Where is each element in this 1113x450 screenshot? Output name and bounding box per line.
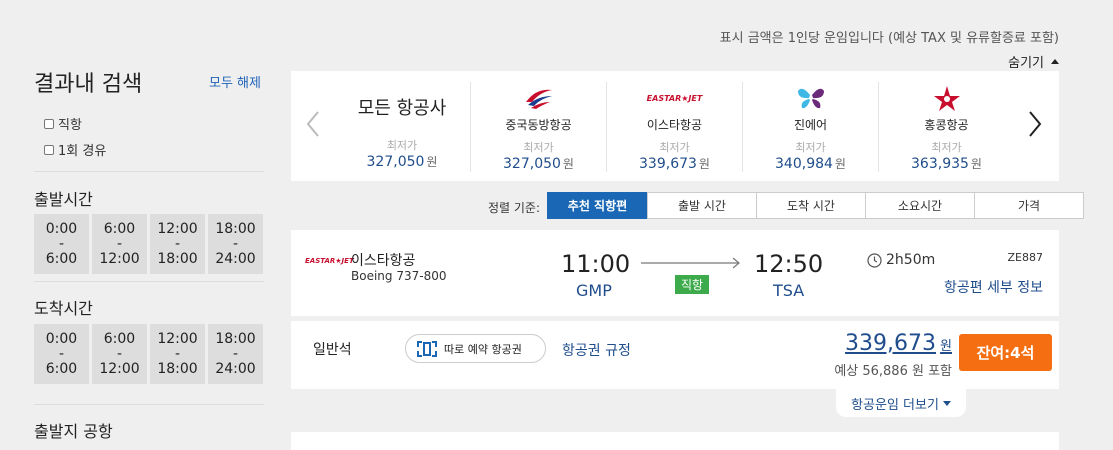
arrival-time-grid: 0:00-6:00 6:00-12:00 12:00-18:00 18:00-2… xyxy=(34,324,263,384)
departure-time-title: 출발시간 xyxy=(34,190,93,209)
sort-bar: 추천 직항편 출발 시간 도착 시간 소요시간 가격 xyxy=(547,192,1084,219)
airline-name: 진에어 xyxy=(793,118,828,132)
checkbox-box[interactable] xyxy=(44,118,54,129)
fare-price[interactable]: 339,673 원 xyxy=(845,331,952,356)
airline-name: 홍콩항공 xyxy=(924,118,969,132)
sort-label: 정렬 기준: xyxy=(488,201,541,215)
clock-icon xyxy=(867,252,882,268)
departure-range-6-12[interactable]: 6:00-12:00 xyxy=(92,214,147,274)
divider xyxy=(34,404,264,405)
airline-name: 중국동방항공 xyxy=(505,118,572,132)
min-price-label: 최저가 xyxy=(523,141,554,154)
flight-duration: 2h50m xyxy=(867,252,935,268)
direct-checkbox[interactable]: 직항 xyxy=(44,114,82,133)
separate-ticket-icon xyxy=(417,340,437,357)
flight-card[interactable]: EASTAR★JET 이스타항공 Boeing 737-800 11:00 GM… xyxy=(291,230,1059,316)
next-flight-card xyxy=(291,432,1059,450)
arrival-time: 12:50 xyxy=(754,250,824,278)
min-price-label: 최저가 xyxy=(659,141,690,154)
airline-china-eastern[interactable]: 중국동방항공 최저가 327,050 원 xyxy=(470,82,606,172)
departure-range-0-6[interactable]: 0:00-6:00 xyxy=(34,214,89,274)
sort-arrival-time[interactable]: 도착 시간 xyxy=(756,192,866,219)
airline-all[interactable]: 모든 항공사 최저가 327,050 원 xyxy=(334,82,470,172)
more-fares-label: 항공운임 더보기 xyxy=(851,397,939,413)
arrival-airport: TSA xyxy=(773,281,805,300)
airline-hong-kong-airlines[interactable]: 홍콩항공 최저가 363,935 원 xyxy=(878,82,1014,172)
sort-duration[interactable]: 소요시간 xyxy=(865,192,975,219)
one-stop-checkbox[interactable]: 1회 경유 xyxy=(44,140,106,159)
separate-ticket-badge[interactable]: 따로 예약 항공권 xyxy=(405,334,546,363)
clear-all-link[interactable]: 모두 해제 xyxy=(209,72,261,91)
arrival-range-12-18[interactable]: 12:00-18:00 xyxy=(150,324,205,384)
seats-remaining-button[interactable]: 잔여:4석 xyxy=(959,334,1052,371)
departure-range-18-24[interactable]: 18:00-24:00 xyxy=(208,214,263,274)
arrival-time-title: 도착시간 xyxy=(34,299,93,318)
departure-time-grid: 0:00-6:00 6:00-12:00 12:00-18:00 18:00-2… xyxy=(34,214,263,274)
direct-badge: 직항 xyxy=(675,275,710,294)
sort-price[interactable]: 가격 xyxy=(974,192,1084,219)
sidebar-title: 결과내 검색 xyxy=(34,72,143,97)
flight-aircraft: Boeing 737-800 xyxy=(351,269,447,283)
departure-time: 11:00 xyxy=(561,250,631,278)
fare-rules-link[interactable]: 항공권 규정 xyxy=(562,340,631,360)
fare-class: 일반석 xyxy=(313,342,352,358)
fare-row: 일반석 따로 예약 항공권 항공권 규정 339,673 원 예상 56,886 … xyxy=(291,321,1059,389)
china-eastern-logo xyxy=(471,82,606,114)
duration-text: 2h50m xyxy=(886,252,936,268)
carousel-prev-button[interactable] xyxy=(303,109,323,139)
min-price: 327,050 원 xyxy=(503,156,574,172)
airline-jin-air[interactable]: 진에어 최저가 340,984 원 xyxy=(742,82,878,172)
min-price-label: 최저가 xyxy=(931,141,962,154)
airline-name: 모든 항공사 xyxy=(357,98,447,119)
divider xyxy=(34,171,264,172)
airline-name: 이스타항공 xyxy=(646,118,703,132)
arrival-range-6-12[interactable]: 6:00-12:00 xyxy=(92,324,147,384)
caret-down-icon xyxy=(942,400,951,406)
min-price-label: 최저가 xyxy=(386,139,418,152)
min-price: 340,984 원 xyxy=(775,156,846,172)
hide-toggle[interactable]: 숨기기 xyxy=(1008,52,1059,71)
sort-departure-time[interactable]: 출발 시간 xyxy=(647,192,757,219)
carousel-next-button[interactable] xyxy=(1025,109,1045,139)
min-price: 327,050 원 xyxy=(366,154,438,170)
chevron-right-icon xyxy=(1029,111,1042,137)
airline-eastar-jet[interactable]: EASTAR★JET 이스타항공 최저가 339,673 원 xyxy=(606,82,742,172)
hong-kong-airlines-logo xyxy=(879,82,1014,114)
separate-ticket-label: 따로 예약 항공권 xyxy=(444,342,522,356)
min-price-label: 최저가 xyxy=(795,141,826,154)
hide-label: 숨기기 xyxy=(1008,56,1044,71)
arrival-range-18-24[interactable]: 18:00-24:00 xyxy=(208,324,263,384)
min-price: 363,935 원 xyxy=(911,156,982,172)
checkbox-box[interactable] xyxy=(44,144,54,155)
min-price: 339,673 원 xyxy=(639,156,710,172)
flight-code: ZE887 xyxy=(1007,251,1043,264)
chevron-left-icon xyxy=(306,111,319,137)
airline-carousel: 모든 항공사 최저가 327,050 원 중국동방항공 최저가 327,050 원 … xyxy=(291,71,1059,181)
departure-airport: GMP xyxy=(576,281,612,300)
price-notice: 표시 금액은 1인당 운임입니다 (예상 TAX 및 유류할증료 포함) xyxy=(719,31,1059,46)
one-stop-label: 1회 경유 xyxy=(58,144,107,159)
departure-airport-title: 출발지 공항 xyxy=(34,422,113,441)
caret-up-icon xyxy=(1051,59,1059,64)
flight-airline: 이스타항공 xyxy=(351,253,416,269)
divider xyxy=(34,281,264,282)
jin-air-logo xyxy=(743,82,878,114)
flight-detail-link[interactable]: 항공편 세부 정보 xyxy=(944,277,1043,297)
departure-range-12-18[interactable]: 12:00-18:00 xyxy=(150,214,205,274)
sort-recommended-direct[interactable]: 추천 직항편 xyxy=(547,192,648,219)
arrow-right-icon xyxy=(641,257,740,269)
eastar-jet-logo: EASTAR★JET xyxy=(646,93,703,103)
eastar-jet-logo: EASTAR★JET xyxy=(305,257,354,265)
more-fares-toggle[interactable]: 항공운임 더보기 xyxy=(836,389,966,417)
fare-estimate: 예상 56,886 원 포함 xyxy=(834,364,952,379)
direct-label: 직항 xyxy=(58,118,82,133)
arrival-range-0-6[interactable]: 0:00-6:00 xyxy=(34,324,89,384)
